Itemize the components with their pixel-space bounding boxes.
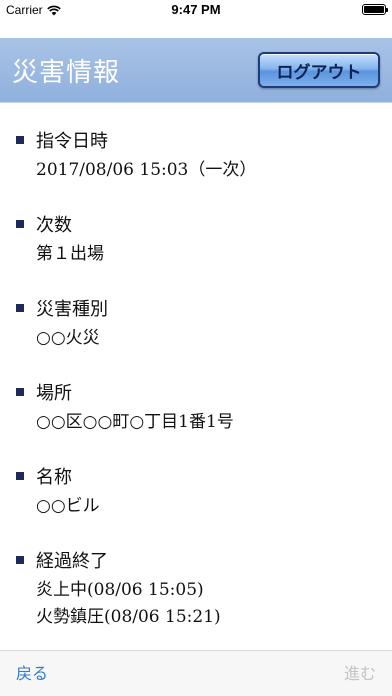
status-right [362,4,388,15]
section-header: 名称 [16,463,72,489]
back-button[interactable]: 戻る [16,660,48,684]
section-label: 経過終了 [36,551,108,572]
battery-icon [362,4,388,15]
section-header: 指令日時 [16,127,108,153]
square-bullet-icon [16,556,24,564]
screen: Carrier 9:47 PM 災害情報 ログアウト 指令日時 2017/08/… [0,0,392,696]
square-bullet-icon [16,388,24,396]
header-bar: 災害情報 ログアウト [0,38,392,103]
battery-fill [364,6,384,13]
logout-button[interactable]: ログアウト [258,52,380,88]
status-time: 9:47 PM [171,2,221,17]
section-header: 次数 [16,211,72,237]
section-value: 第１出場 [36,244,104,264]
section-value: ○○火災 [36,328,100,348]
section-label: 指令日時 [36,131,108,152]
section-header: 災害種別 [16,295,108,321]
incident-details: 指令日時 2017/08/06 15:03（一次） 次数 第１出場 災害種別 ○… [0,103,392,650]
bottom-toolbar: 戻る 進む [0,650,392,696]
section-label: 次数 [36,215,72,236]
next-button[interactable]: 進む [344,660,376,684]
square-bullet-icon [16,472,24,480]
section-value: 火勢鎮圧(08/06 15:21) [36,607,221,627]
square-bullet-icon [16,136,24,144]
section-value: ○○ビル [36,496,100,516]
page-title: 災害情報 [12,58,121,88]
section-label: 名称 [36,467,72,488]
status-bar: Carrier 9:47 PM [0,0,392,20]
section-value: ○○区○○町○丁目1番1号 [36,412,234,432]
square-bullet-icon [16,304,24,312]
square-bullet-icon [16,220,24,228]
section-value: 2017/08/06 15:03（一次） [36,160,257,180]
section-value: 炎上中(08/06 15:05) [36,580,204,600]
section-label: 場所 [36,383,72,404]
section-header: 経過終了 [16,547,108,573]
section-header: 場所 [16,379,72,405]
section-label: 災害種別 [36,299,108,320]
